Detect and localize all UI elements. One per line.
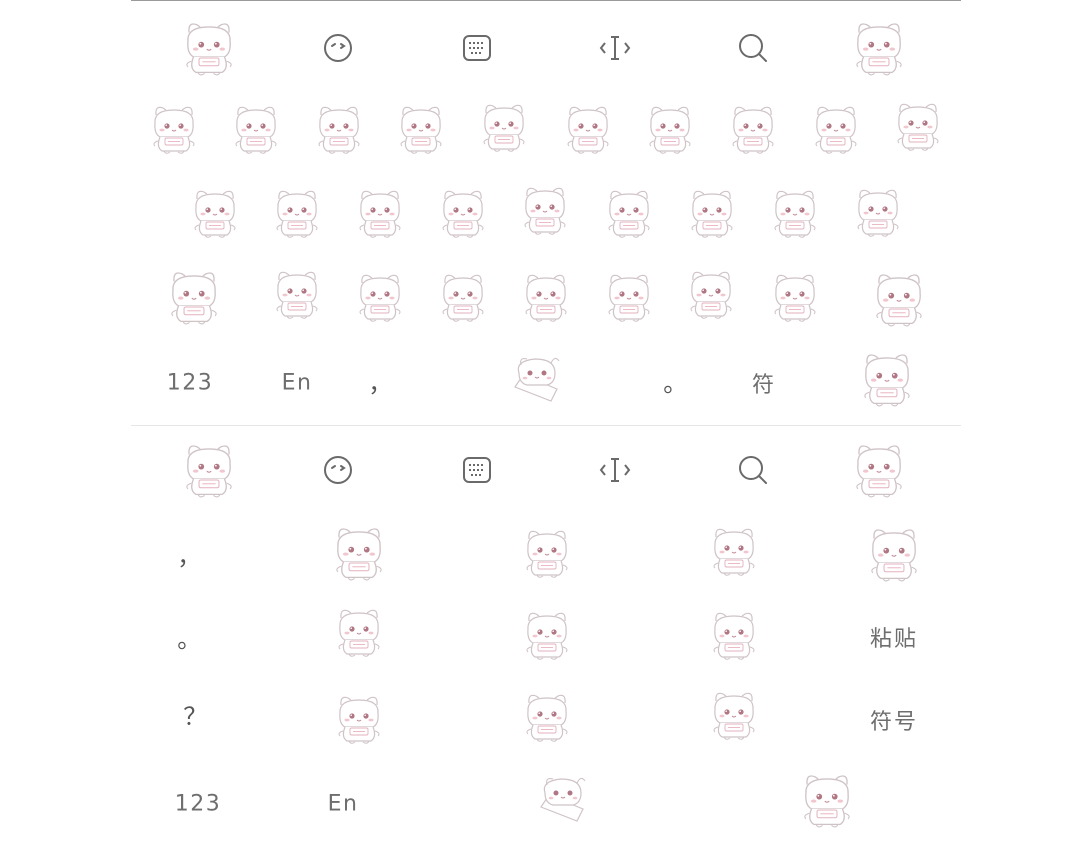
- bear-key[interactable]: [520, 269, 572, 325]
- comma-key[interactable]: ，: [177, 537, 203, 572]
- search-icon[interactable]: [738, 33, 768, 63]
- bear-toolbar-icon[interactable]: [179, 439, 239, 501]
- bear-key[interactable]: [727, 101, 779, 157]
- bear-key[interactable]: [395, 101, 447, 157]
- bear-key[interactable]: [478, 99, 530, 155]
- emoji-icon[interactable]: [323, 455, 353, 485]
- backspace-bear-key[interactable]: [864, 523, 924, 585]
- bear-key[interactable]: [708, 607, 760, 663]
- backspace-bear-key[interactable]: [869, 268, 929, 330]
- bear-key[interactable]: [333, 691, 385, 747]
- bear-toolbar-icon-right[interactable]: [849, 439, 909, 501]
- bear-key[interactable]: [852, 184, 904, 240]
- text-cursor-icon[interactable]: [598, 456, 632, 484]
- bear-toolbar-icon[interactable]: [179, 17, 239, 79]
- enter-bear-key[interactable]: [857, 348, 917, 410]
- comma-key[interactable]: ，: [368, 364, 394, 399]
- bear-key[interactable]: [521, 607, 573, 663]
- space-bear-key[interactable]: [531, 773, 595, 833]
- bear-key[interactable]: [769, 185, 821, 241]
- bear-key[interactable]: [329, 522, 389, 584]
- bear-key[interactable]: [148, 101, 200, 157]
- bear-key[interactable]: [271, 185, 323, 241]
- bear-key[interactable]: [686, 185, 738, 241]
- bear-key[interactable]: [685, 266, 737, 322]
- bear-key[interactable]: [189, 185, 241, 241]
- bear-toolbar-icon-right[interactable]: [849, 17, 909, 79]
- bear-key[interactable]: [437, 185, 489, 241]
- bear-key[interactable]: [708, 687, 760, 743]
- bear-key[interactable]: [562, 101, 614, 157]
- bear-key[interactable]: [708, 523, 760, 579]
- bear-key[interactable]: [892, 98, 944, 154]
- numbers-key[interactable]: 123: [167, 371, 214, 396]
- shift-bear-key[interactable]: [164, 266, 224, 328]
- bear-key[interactable]: [810, 101, 862, 157]
- english-key[interactable]: En: [282, 371, 313, 396]
- bear-key[interactable]: [644, 101, 696, 157]
- bear-key[interactable]: [271, 266, 323, 322]
- paste-key[interactable]: 粘贴: [870, 621, 918, 653]
- enter-bear-key[interactable]: [797, 769, 857, 831]
- keyboard-icon[interactable]: [462, 34, 492, 62]
- bear-key[interactable]: [603, 269, 655, 325]
- symbols-key[interactable]: 符号: [870, 704, 918, 736]
- bear-key[interactable]: [333, 604, 385, 660]
- keyboard-top: 123 En ， 。 符: [131, 0, 961, 426]
- keyboard-bottom: ， 。 ？ 粘贴 符号 123 En: [131, 425, 961, 867]
- space-bear-key[interactable]: [505, 353, 569, 413]
- symbols-key[interactable]: 符: [752, 367, 776, 399]
- text-cursor-icon[interactable]: [598, 34, 632, 62]
- english-key[interactable]: En: [328, 792, 359, 817]
- period-key[interactable]: 。: [663, 364, 689, 399]
- emoji-icon[interactable]: [323, 33, 353, 63]
- bear-key[interactable]: [769, 269, 821, 325]
- period-key[interactable]: 。: [177, 620, 203, 655]
- bear-key[interactable]: [519, 182, 571, 238]
- bear-key[interactable]: [603, 185, 655, 241]
- bear-key[interactable]: [521, 689, 573, 745]
- keyboard-icon[interactable]: [462, 456, 492, 484]
- bear-key[interactable]: [354, 185, 406, 241]
- bear-key[interactable]: [437, 269, 489, 325]
- numbers-key[interactable]: 123: [175, 792, 222, 817]
- question-key[interactable]: ？: [183, 697, 209, 732]
- bear-key[interactable]: [521, 525, 573, 581]
- bear-key[interactable]: [230, 101, 282, 157]
- search-icon[interactable]: [738, 455, 768, 485]
- bear-key[interactable]: [354, 269, 406, 325]
- bear-key[interactable]: [313, 101, 365, 157]
